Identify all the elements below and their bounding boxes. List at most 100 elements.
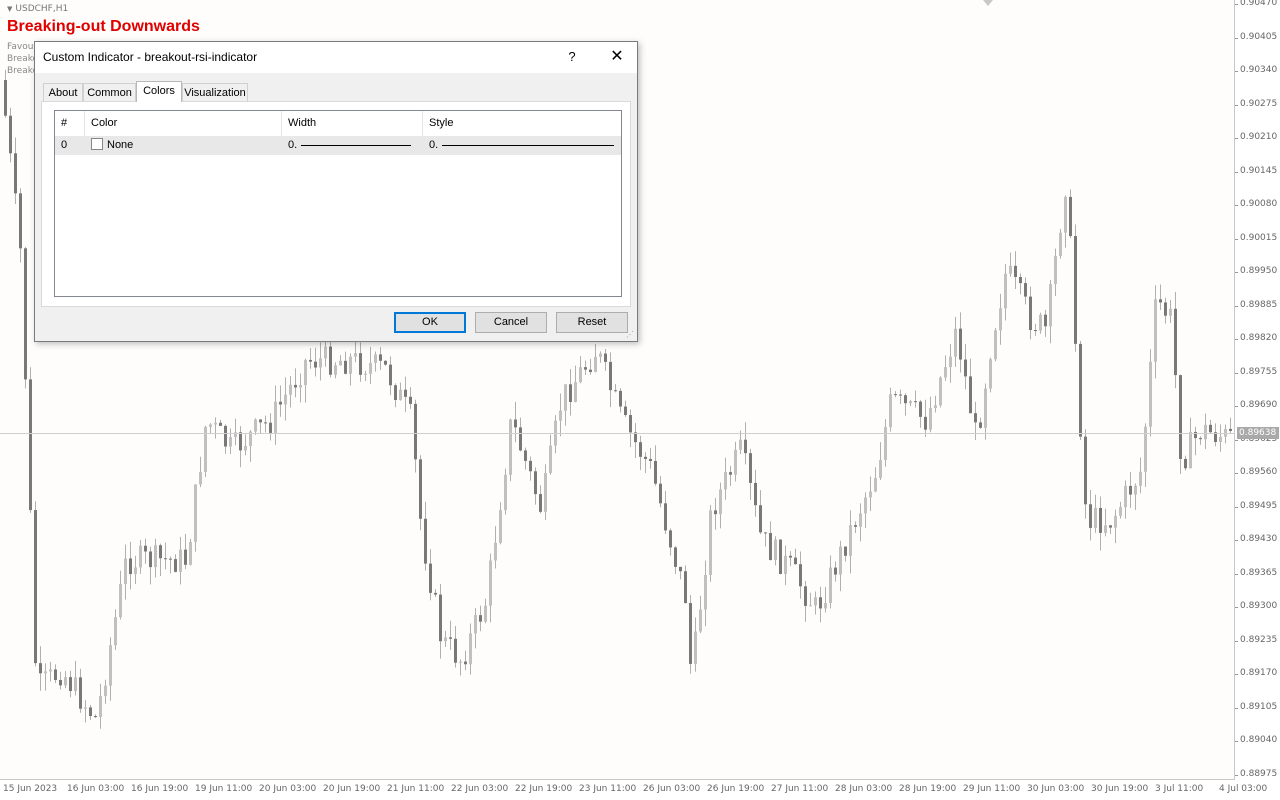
dropdown-triangle-icon[interactable]: ▼ xyxy=(7,5,12,13)
candle-body xyxy=(754,482,757,506)
candle-body xyxy=(649,458,652,461)
candle-body xyxy=(564,384,567,411)
candle-body xyxy=(679,566,682,572)
ok-button[interactable]: OK xyxy=(394,312,466,333)
candle-body xyxy=(1029,296,1032,331)
candle-body xyxy=(1099,507,1102,533)
candle-body xyxy=(264,422,267,424)
candle-body xyxy=(1134,485,1137,495)
candle-body xyxy=(109,645,112,686)
cancel-button[interactable]: Cancel xyxy=(475,312,547,333)
candle-body xyxy=(1129,485,1132,495)
candle-body xyxy=(524,450,527,461)
candle-body xyxy=(74,677,77,692)
candle-body xyxy=(599,353,602,357)
candle-body xyxy=(184,549,187,565)
candle-body xyxy=(929,408,932,430)
candle-body xyxy=(534,471,537,495)
candle-body xyxy=(1034,330,1037,332)
candle-body xyxy=(444,637,447,642)
candle-body xyxy=(714,510,717,515)
dialog-titlebar[interactable]: Custom Indicator - breakout-rsi-indicato… xyxy=(35,42,637,73)
time-tick: 16 Jun 19:00 xyxy=(131,784,189,794)
current-price-tag: 0.89638 xyxy=(1237,427,1279,439)
candle-body xyxy=(164,558,167,560)
time-tick: 4 Jul 03:00 xyxy=(1219,784,1268,794)
color-cell[interactable]: None xyxy=(85,136,282,155)
column-header-color[interactable]: Color xyxy=(85,111,282,136)
time-tick: 23 Jun 11:00 xyxy=(579,784,637,794)
candle-body xyxy=(1159,299,1162,303)
candle-body xyxy=(1089,504,1092,528)
candle-body xyxy=(809,605,812,607)
candle-body xyxy=(339,360,342,366)
candle-body xyxy=(609,361,612,391)
time-tick: 19 Jun 11:00 xyxy=(195,784,253,794)
colors-grid: # Color Width Style 0 None 0. 0. xyxy=(54,110,622,297)
candle-body xyxy=(94,716,97,718)
candle-body xyxy=(129,558,132,575)
column-header-style[interactable]: Style xyxy=(423,111,621,136)
candle-body xyxy=(459,661,462,663)
candle-body xyxy=(589,369,592,373)
candle-body xyxy=(474,615,477,634)
tab-colors[interactable]: Colors xyxy=(136,81,182,102)
candle-body xyxy=(1114,515,1117,528)
candle-body xyxy=(544,473,547,512)
candle-body xyxy=(54,669,57,680)
width-cell[interactable]: 0. xyxy=(282,136,423,155)
candle-body xyxy=(389,364,392,386)
candle-body xyxy=(84,707,87,709)
current-price-line xyxy=(0,433,1234,434)
candle-body xyxy=(1109,525,1112,528)
table-row[interactable]: 0 None 0. 0. xyxy=(55,136,621,155)
candle-body xyxy=(404,389,407,397)
candle-body xyxy=(864,497,867,514)
candle-body xyxy=(684,571,687,604)
candle-body xyxy=(9,115,12,154)
price-axis[interactable]: 0.90470 0.90405 0.90340 0.90275 0.90210 0.901… xyxy=(1234,0,1280,780)
candle-body xyxy=(449,637,452,639)
style-cell[interactable]: 0. xyxy=(423,136,621,155)
candle-body xyxy=(64,677,67,686)
candle-body xyxy=(909,401,912,404)
tab-visualization[interactable]: Visualization xyxy=(182,83,248,101)
candle-body xyxy=(1184,458,1187,469)
candle-body xyxy=(239,432,242,451)
candle-body xyxy=(959,328,962,360)
column-header-width[interactable]: Width xyxy=(282,111,423,136)
candle-body xyxy=(924,416,927,430)
candle-body xyxy=(479,615,482,622)
time-tick: 3 Jul 11:00 xyxy=(1155,784,1204,794)
reset-button[interactable]: Reset xyxy=(556,312,628,333)
dialog-title: Custom Indicator - breakout-rsi-indicato… xyxy=(43,50,258,64)
candle-body xyxy=(879,459,882,478)
candle-body xyxy=(724,472,727,490)
candle-body xyxy=(749,453,752,483)
tab-about[interactable]: About xyxy=(43,83,83,101)
candle-body xyxy=(1139,471,1142,486)
candle-body xyxy=(79,677,82,709)
price-tick: 0.90015 xyxy=(1234,232,1278,243)
candle-body xyxy=(169,558,172,560)
close-icon[interactable]: ✕ xyxy=(607,46,627,66)
tab-common[interactable]: Common xyxy=(83,83,136,101)
candle-body xyxy=(884,427,887,460)
candle-body xyxy=(1219,436,1222,443)
time-axis[interactable]: 15 Jun 2023 16 Jun 03:00 16 Jun 19:00 19 Ju… xyxy=(0,781,1267,800)
candle-body xyxy=(39,663,42,674)
help-icon[interactable]: ? xyxy=(565,49,579,64)
symbol-label[interactable]: ▼ USDCHF,H1 xyxy=(7,4,68,14)
price-tick: 0.89690 xyxy=(1234,400,1278,410)
resize-grip-icon[interactable]: ⋰ xyxy=(626,330,634,339)
candle-body xyxy=(1154,299,1157,362)
candle-body xyxy=(919,401,922,417)
color-swatch[interactable] xyxy=(91,138,103,151)
candle-body xyxy=(1079,343,1082,437)
price-tick: 0.88975 xyxy=(1234,768,1278,779)
chart-shift-marker[interactable] xyxy=(983,0,993,6)
column-header-index[interactable]: # xyxy=(55,111,85,136)
candle-body xyxy=(229,437,232,447)
candle-body xyxy=(854,525,857,527)
candle-body xyxy=(329,346,332,375)
